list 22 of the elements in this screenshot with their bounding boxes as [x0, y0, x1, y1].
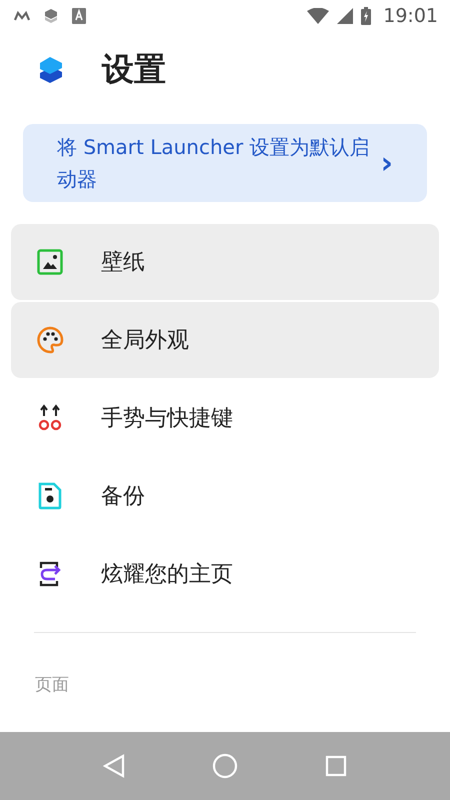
- gesture-arrows-icon: [36, 404, 64, 432]
- battery-icon: [361, 7, 372, 25]
- share-icon: [37, 559, 63, 589]
- settings-item[interactable]: 手势与快捷键: [11, 380, 439, 456]
- save-file-icon: [37, 482, 63, 510]
- page-title: 设置: [102, 49, 166, 90]
- wifi-icon: [307, 8, 330, 24]
- palette-icon: [36, 326, 64, 354]
- clock-time: 19:01: [383, 5, 438, 27]
- image-icon: [37, 249, 63, 275]
- settings-item[interactable]: 壁纸: [11, 224, 439, 300]
- settings-item[interactable]: 备份: [11, 458, 439, 534]
- signal-icon: [337, 8, 354, 24]
- layers-icon: [42, 7, 60, 25]
- settings-item[interactable]: 炫耀您的主页: [11, 536, 439, 612]
- settings-item[interactable]: 全局外观: [11, 302, 439, 378]
- recents-icon[interactable]: [324, 755, 347, 777]
- section-heading: 页面: [35, 674, 69, 696]
- home-icon[interactable]: [212, 753, 238, 779]
- keyboard-icon: [72, 8, 86, 24]
- notification-icon: [14, 10, 30, 22]
- back-icon[interactable]: [103, 754, 126, 778]
